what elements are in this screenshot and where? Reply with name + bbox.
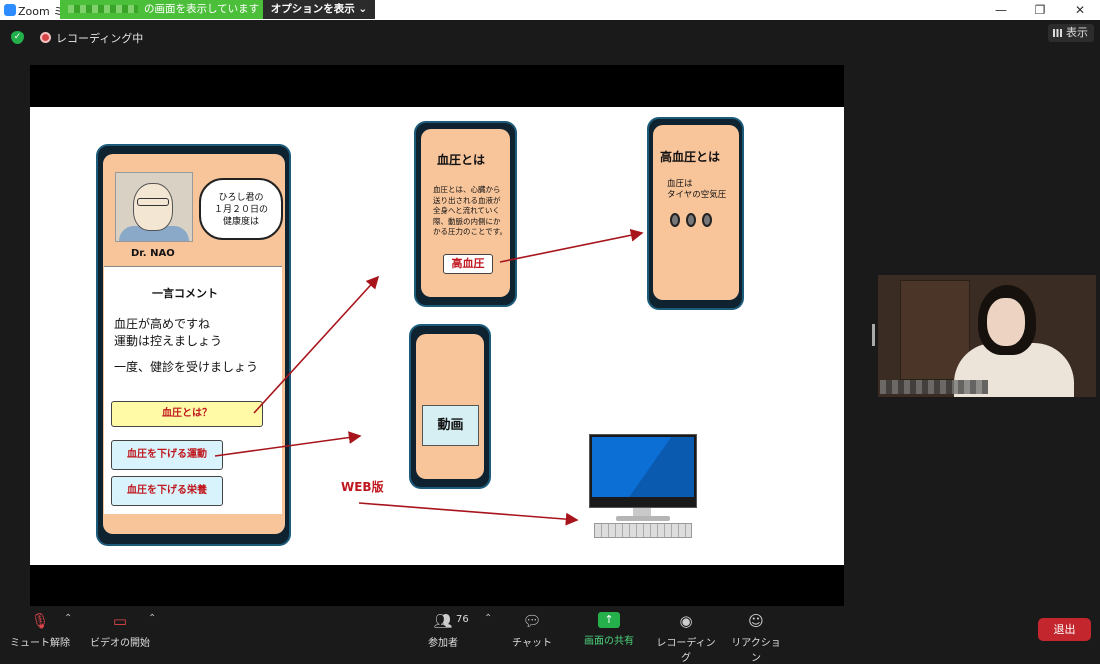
reaction-label: リアクション: [731, 638, 781, 664]
sharer-name-blurred: [68, 5, 138, 13]
monitor-screen: [592, 437, 694, 497]
video-label: ビデオの開始: [90, 638, 150, 649]
share-screen-icon: ↑: [598, 612, 620, 628]
chat-label: チャット: [512, 638, 552, 649]
doctor-name: Dr. NAO: [131, 248, 175, 259]
chevron-up-icon[interactable]: ⌃: [148, 613, 156, 624]
slide-button-blood-pressure: 血圧とは？: [111, 401, 263, 427]
speech-bubble: ひろし君の １月２０日の 健康度は: [199, 178, 283, 240]
record-button-icon: ◉: [679, 612, 693, 630]
resize-handle[interactable]: [872, 324, 875, 346]
recording-status-label: レコーディング中: [56, 32, 144, 45]
tire-icon: [670, 213, 680, 227]
grid-icon: [1053, 29, 1062, 37]
share-label: 画面の共有: [584, 636, 634, 647]
chat-icon: 💬︎: [522, 612, 542, 630]
hbp-phone-title: 高血圧とは: [660, 150, 721, 164]
keyboard-icon: [594, 523, 692, 538]
close-window-button[interactable]: ✕: [1068, 2, 1092, 18]
participant-face: [987, 298, 1025, 346]
reaction-icon: ☺: [748, 612, 764, 630]
view-button-label: 表示: [1066, 26, 1088, 39]
record-icon[interactable]: [40, 32, 51, 43]
record-label: レコーディング: [656, 638, 716, 664]
participants-count: 76: [456, 614, 469, 625]
web-version-label: WEB版: [341, 480, 384, 494]
doctor-avatar-glasses: [137, 198, 169, 206]
comment-text-1: 血圧が高めですね 運動は控えましょう: [114, 317, 223, 348]
mic-muted-icon: 🎙︎: [30, 612, 50, 630]
zoom-logo-icon: [4, 4, 16, 16]
mute-button[interactable]: 🎙︎ ミュート解除: [10, 612, 70, 649]
phone-mockup-hypertension: [647, 117, 744, 310]
monitor-base: [616, 516, 670, 521]
reaction-button[interactable]: ☺ リアクション: [730, 612, 782, 664]
chevron-up-icon[interactable]: ⌃: [484, 613, 492, 624]
bp-phone-title: 血圧とは: [437, 153, 486, 167]
hbp-phone-text: 血圧は タイヤの空気圧: [667, 179, 727, 200]
view-options-button[interactable]: オプションを表示 ⌄: [263, 0, 375, 19]
bp-phone-text: 血圧とは、心臓から 送り出される血液が 全身へと流れていく 際、動脈の内側にか …: [433, 185, 508, 236]
video-box: 動画: [422, 405, 479, 446]
restore-button[interactable]: ❐: [1028, 2, 1052, 18]
start-video-button[interactable]: ▭ ビデオの開始: [90, 612, 150, 649]
participant-name-blurred: [880, 380, 988, 394]
slide-button-exercise: 血圧を下げる運動: [111, 440, 223, 470]
mute-label: ミュート解除: [10, 638, 70, 649]
video-off-icon: ▭: [112, 612, 128, 630]
slide-button-hypertension: 高血圧: [443, 254, 493, 274]
share-screen-button[interactable]: ↑ 画面の共有: [580, 612, 638, 647]
shield-icon[interactable]: ✓: [11, 31, 24, 44]
share-banner-text: の画面を表示しています: [144, 3, 260, 15]
slide-button-nutrition: 血圧を下げる栄養: [111, 476, 223, 506]
app-title: Zoom ミ: [18, 5, 65, 18]
leave-button[interactable]: 退出: [1038, 618, 1091, 641]
view-button[interactable]: 表示: [1048, 24, 1094, 42]
participants-label: 参加者: [428, 638, 458, 649]
doctor-avatar-face: [133, 183, 173, 231]
minimize-button[interactable]: —: [989, 2, 1013, 18]
chat-button[interactable]: 💬︎ チャット: [512, 612, 552, 649]
record-button[interactable]: ◉ レコーディング: [655, 612, 717, 664]
tire-icon: [686, 213, 696, 227]
chevron-up-icon[interactable]: ⌃: [64, 613, 72, 624]
comment-text-2: 一度、健診を受けましょう: [114, 360, 259, 374]
screen-share-banner: の画面を表示しています: [60, 0, 263, 19]
comment-title: 一言コメント: [152, 287, 218, 300]
tire-icon: [702, 213, 712, 227]
